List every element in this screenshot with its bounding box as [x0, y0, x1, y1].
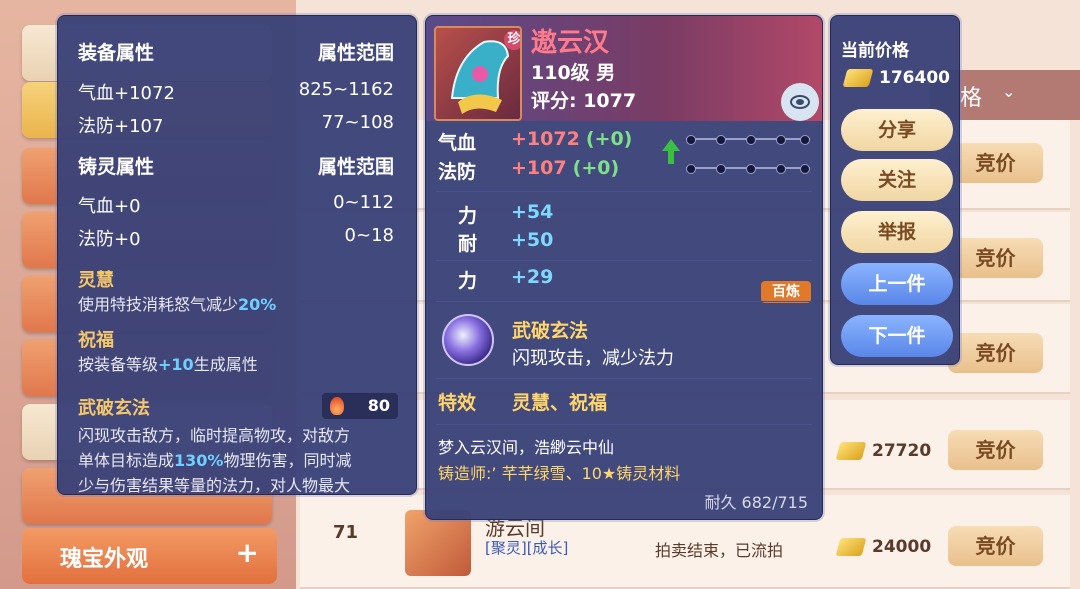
price-header-label: 格 — [960, 86, 983, 111]
divider — [436, 301, 812, 302]
bid-button[interactable]: 竞价 — [948, 143, 1043, 183]
equip-attr-row: 法防+107 77~108 — [78, 112, 394, 137]
row-price: 24000 — [835, 537, 931, 557]
item-tags: [聚灵][成长] — [485, 539, 569, 557]
flavor-text: 梦入云汉间，浩緲云中仙 — [438, 438, 615, 457]
current-price-label: 当前价格 — [841, 41, 909, 61]
bailian-stat-label: 力 — [458, 270, 478, 292]
report-button[interactable]: 举报 — [841, 211, 953, 253]
sub-stat-label: 耐 — [458, 233, 478, 255]
skill-name: 武破玄法 — [512, 320, 589, 342]
item-detail-panel: 珍 遨云汉 110级 男 评分: 1077 气血 +1072 (+0) 法防 +… — [425, 15, 823, 520]
bailian-stat-value: +29 — [511, 266, 554, 288]
equip-attr-header: 装备属性 属性范围 — [78, 42, 394, 64]
sub-stat-label: 力 — [458, 205, 478, 227]
gold-coin-icon — [842, 69, 874, 87]
action-panel: 当前价格 176400 分享 关注 举报 上一件 下一件 — [830, 15, 960, 365]
next-item-button[interactable]: 下一件 — [841, 315, 953, 357]
forge-attr-header: 铸灵属性 属性范围 — [78, 156, 394, 178]
skill-description: 闪现攻击，减少法力 — [512, 348, 674, 369]
bid-button[interactable]: 竞价 — [948, 238, 1043, 278]
stat-slider — [686, 133, 810, 145]
plus-icon: + — [235, 536, 259, 569]
equip-attr-row: 气血+1072 825~1162 — [78, 79, 394, 104]
gold-coin-icon — [835, 538, 867, 556]
effect-title: 灵慧 — [78, 270, 114, 291]
jewel-tab-label: 瑰宝外观 — [60, 547, 149, 572]
stat-label: 气血 — [438, 132, 477, 154]
sub-stat-value: +50 — [511, 229, 554, 251]
divider — [436, 378, 812, 379]
row-price: 27720 — [835, 441, 931, 461]
divider — [436, 191, 812, 192]
current-price: 176400 — [842, 68, 950, 88]
bid-button[interactable]: 竞价 — [948, 430, 1043, 470]
effect-title: 祝福 — [78, 330, 114, 351]
forger-text: 铸造师:’ 芊芊绿雪、10★铸灵材料 — [438, 464, 681, 483]
durability: 耐久 682/715 — [704, 493, 808, 512]
item-name: 遨云汉 — [531, 28, 610, 58]
bid-button[interactable]: 竞价 — [948, 526, 1043, 566]
stat-value: +107 (+0) — [511, 157, 620, 179]
arrow-up-icon-stem — [668, 150, 674, 164]
effect-description: 使用特技消耗怒气减少20% — [78, 295, 277, 314]
bailian-badge: 百炼 — [761, 281, 811, 303]
divider — [436, 260, 812, 261]
effect-label: 特效 — [438, 392, 477, 414]
forge-attr-row: 法防+0 0~18 — [78, 225, 394, 250]
skill-icon[interactable] — [442, 314, 494, 366]
rare-badge: 珍 — [504, 30, 520, 50]
stat-label: 法防 — [438, 161, 477, 183]
forge-attr-row: 气血+0 0~112 — [78, 192, 394, 217]
eye-icon[interactable] — [781, 83, 819, 121]
sort-chevron-icon: ⌄ — [1002, 82, 1016, 101]
fire-icon — [330, 397, 344, 415]
attribute-detail-panel: 装备属性 属性范围 气血+1072 825~1162 法防+107 77~108… — [57, 15, 417, 495]
sub-stat-value: +54 — [511, 201, 554, 223]
item-level-gender: 110级 男 — [531, 62, 616, 84]
stat-value: +1072 (+0) — [511, 128, 633, 150]
skill-description: 闪现攻击敌方，临时提高物攻，对敌方 单体目标造成130%物理伤害，同时减 少与伤… — [78, 426, 352, 495]
bid-button[interactable]: 竞价 — [948, 333, 1043, 373]
share-button[interactable]: 分享 — [841, 109, 953, 151]
divider — [436, 424, 812, 425]
item-count: 71 — [333, 522, 359, 543]
jewel-appearance-tab[interactable]: 瑰宝外观 + — [22, 528, 277, 584]
effect-description: 按装备等级+10生成属性 — [78, 355, 258, 374]
item-icon[interactable]: 珍 — [434, 26, 522, 121]
stat-slider — [686, 162, 810, 174]
auction-status: 拍卖结束，已流拍 — [655, 541, 784, 560]
effect-value: 灵慧、祝福 — [512, 392, 608, 414]
previous-item-button[interactable]: 上一件 — [841, 263, 953, 305]
fire-counter: 80 — [322, 393, 398, 419]
gold-coin-icon — [835, 442, 867, 460]
item-score: 评分: 1077 — [531, 90, 637, 112]
follow-button[interactable]: 关注 — [841, 159, 953, 201]
